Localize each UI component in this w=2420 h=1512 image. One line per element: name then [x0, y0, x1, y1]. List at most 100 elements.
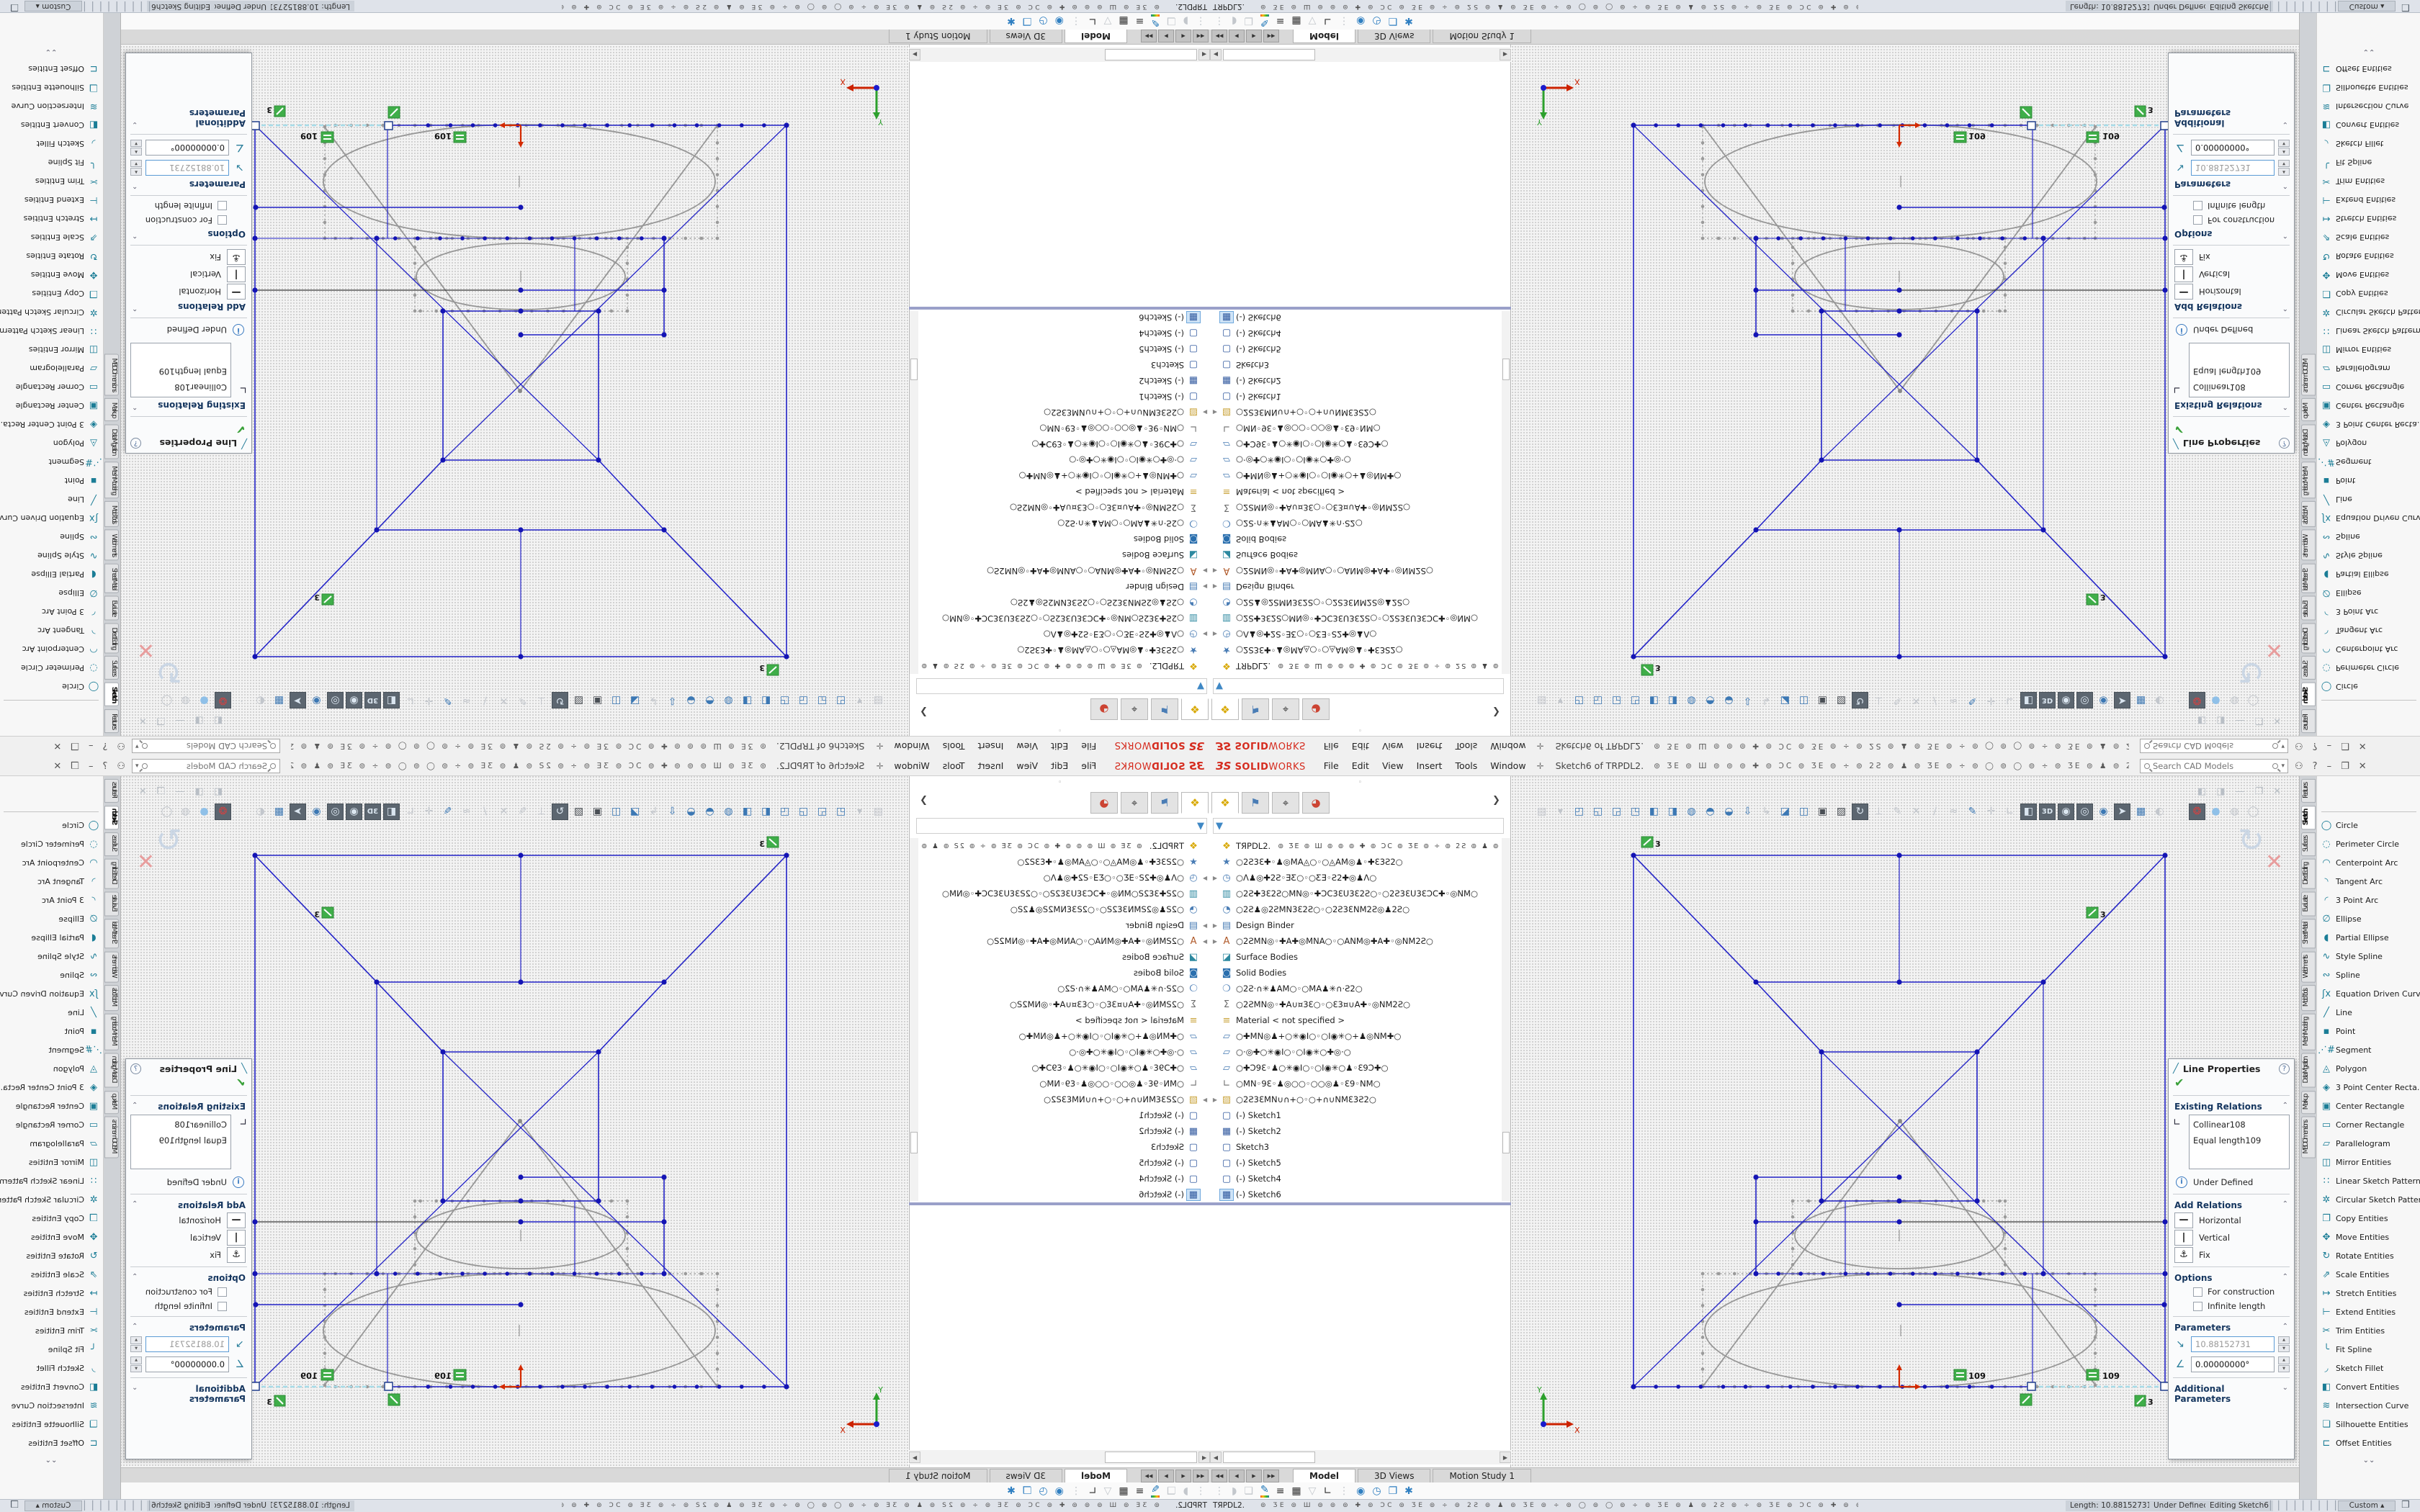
command-manager-tab[interactable]: Mesh Modeling [105, 462, 120, 498]
tab-nav-button[interactable]: ▶▶ [1141, 1470, 1157, 1482]
tab-nav-button[interactable]: ▶ [1158, 1470, 1174, 1482]
tree-item[interactable]: ∟ ○MN◦9Ɛ◦♟◎○○◦○○◎♟◦Ɛ9◦NM○ [919, 1076, 1210, 1092]
tree-item[interactable]: ❍ ○2Ƨ·∩✳♟AM○◦○MA♟✳∩·Ƨ2○ [1210, 516, 1501, 531]
sketch-tool-button[interactable]: ◞ Sketch Fillet [2317, 1359, 2420, 1377]
option-row[interactable]: Infinite length [126, 199, 251, 213]
command-manager-tab[interactable]: Mesh Modeling [105, 1014, 120, 1050]
sketch-tool-button[interactable]: ▣ Center Rectangle [2317, 1097, 2420, 1115]
collapse-icon[interactable]: ⌃ [132, 1102, 138, 1112]
command-manager-tab[interactable]: Direct Editing [105, 623, 120, 653]
menu-item[interactable]: View [1010, 757, 1044, 774]
add-relation-button[interactable]: ⚓ Fix [126, 1246, 251, 1264]
section-parameters[interactable]: Parameters⌃ [126, 1320, 251, 1334]
sketch-tool-button[interactable]: ▪ Point [0, 1022, 103, 1040]
sketch-tool-button[interactable]: ∅ Ellipse [0, 584, 103, 603]
document-tab[interactable]: Motion Study 1 [1433, 1469, 1531, 1482]
ok-check-icon[interactable]: ✔ [126, 420, 251, 436]
document-tab[interactable]: 3D Views [990, 1469, 1062, 1482]
menu-item[interactable]: Insert [1410, 757, 1449, 774]
tree-item[interactable]: ▶ A ○2ƧMN◎◦✚A✚◎MNA○◦○ANM◎✚A✚◦◎NM2Ƨ○ [919, 563, 1210, 579]
section-options[interactable]: Options⌃ [2169, 1270, 2294, 1284]
sketch-tool-button[interactable]: ✥ Move Entities [0, 266, 103, 284]
magnifier-icon[interactable] [2272, 763, 2278, 769]
document-tab[interactable]: 3D Views [1358, 30, 1430, 43]
tab-nav-button[interactable]: ▶ [1246, 1470, 1262, 1482]
tree-filter[interactable]: ▼ [1213, 678, 1504, 694]
collapse-icon[interactable]: ⌃ [2282, 1102, 2288, 1112]
sketch-tool-button[interactable]: ⊏ Offset Entities [2317, 60, 2420, 78]
shortcut-icon[interactable]: ◗ [1232, 16, 1237, 27]
shortcut-icon[interactable]: ⋮ [1071, 1485, 1081, 1497]
sketch-tool-button[interactable]: ↦ Stretch Entities [0, 1284, 103, 1302]
sketch-tool-button[interactable]: ◖ Partial Ellipse [2317, 565, 2420, 584]
section-options[interactable]: Options⌃ [126, 1270, 251, 1284]
length-spinner[interactable]: ▲▼ [2278, 160, 2290, 176]
sketch-gray-entities[interactable] [1703, 125, 2097, 391]
sketch-tool-button[interactable]: ╱ Line [2317, 490, 2420, 509]
search-caret-icon[interactable]: ▾ [135, 762, 139, 770]
custom-dropdown[interactable]: Custom ▴ [24, 1, 82, 12]
sketch-gray-entities[interactable] [323, 1121, 717, 1387]
close-button[interactable]: ✕ [53, 761, 61, 772]
command-manager-tab[interactable]: Mold Tools [105, 501, 120, 527]
pin-icon[interactable]: ✛ [876, 742, 883, 752]
add-relation-button[interactable]: | Vertical [2169, 1229, 2294, 1246]
user-icon[interactable]: ⚇ [2295, 761, 2303, 772]
tree-item[interactable]: ▢ Sketch3 [919, 357, 1210, 373]
command-manager-tab[interactable]: Surfaces [105, 656, 120, 680]
sketch-tool-button[interactable]: ▣ Center Rectangle [2317, 397, 2420, 415]
tree-item[interactable]: ▱ ○✚Ɔ9Ɛ◦♟○✳◉I○◦○I◉✳○♟◦Ɛ9Ɔ✚○ [1210, 436, 1501, 452]
pm-help-icon[interactable]: ? [130, 438, 141, 449]
expand-arrow-icon[interactable]: ▶ [1200, 568, 1210, 575]
expand-arrow-icon[interactable]: ▶ [1200, 584, 1210, 590]
length-field[interactable]: 10.88152731 [145, 1336, 229, 1352]
shortcut-icon[interactable]: ⋮ [1339, 16, 1349, 27]
shortcut-icon[interactable]: ◉ [1055, 1485, 1064, 1497]
checkbox[interactable] [218, 1287, 227, 1297]
menu-item[interactable]: File [1317, 738, 1345, 755]
help-icon[interactable]: ? [2313, 741, 2318, 752]
shortcut-icon[interactable]: ▽ [1104, 16, 1112, 27]
sketch-tool-button[interactable]: ◌ Perimeter Circle [0, 659, 103, 678]
tree-item[interactable]: ◔ ○2Ƨ♟◎2ƧMN3Ɛ2Ƨ○◦○2Ƨ3ƐNM2Ƨ◎♟2Ƨ○ [1210, 595, 1501, 611]
sketch-tool-button[interactable]: ⊏ Offset Entities [0, 1434, 103, 1452]
length-field[interactable]: 10.88152731 [2191, 1336, 2275, 1352]
expand-arrow-icon[interactable]: ▶ [1210, 410, 1220, 416]
section-parameters[interactable]: Parameters⌃ [126, 178, 251, 192]
sketch-tool-button[interactable]: ≋ Intersection Curve [2317, 97, 2420, 116]
tag-icon[interactable]: ❒ [2401, 1, 2410, 12]
sketch-tool-button[interactable]: ╱ Line [2317, 1003, 2420, 1022]
relation-entry[interactable]: Collinear108 [2193, 1117, 2285, 1133]
tree-tab[interactable]: ⚑ [1242, 698, 1269, 720]
tree-item[interactable]: Σ ○2ƧMN◎◦✚A∪¤3Ɛ○◦○Ɛ3¤∪A✚◦◎NM2Ƨ○ [919, 500, 1210, 516]
sketch-tool-button[interactable]: ◌ Perimeter Circle [0, 834, 103, 853]
checkbox[interactable] [218, 1302, 227, 1311]
document-tab[interactable]: Motion Study 1 [889, 30, 987, 43]
scroll-thumb[interactable] [1223, 49, 1315, 60]
collapse-icon[interactable]: ⌃ [2282, 179, 2288, 189]
pin-icon[interactable]: ✛ [1537, 761, 1544, 771]
close-button[interactable]: ✕ [53, 741, 61, 752]
sketch-tool-button[interactable]: ◫ Mirror Entities [2317, 1153, 2420, 1171]
tree-filter[interactable]: ▼ [916, 818, 1207, 834]
tree-tab[interactable]: ◕ [1090, 792, 1118, 814]
command-manager-tab[interactable]: Sheet Metal [2301, 563, 2316, 593]
option-row[interactable]: For construction [2169, 1284, 2294, 1299]
tree-item[interactable]: ▶ ▤ Design Binder [919, 579, 1210, 595]
checkbox[interactable] [2193, 216, 2202, 225]
tree-tab[interactable]: ⌖ [1272, 792, 1299, 814]
tree-root[interactable]: ❖ TЯPDL2. ⊚ ƷE ⊚ Ш ⊚ ⊚ ⊚ ✚ ⊚ ƆC ⊚ ƷE ⊚ ÷… [1210, 838, 1501, 854]
sketch-tool-button[interactable]: ◖ Partial Ellipse [0, 565, 103, 584]
tree-item[interactable]: ▦ (-) Sketch6 [1210, 310, 1501, 325]
command-manager-tab[interactable]: MBD Dimensions [2301, 1117, 2316, 1158]
search-input[interactable] [151, 761, 267, 771]
shortcut-icon[interactable]: ✎ [1260, 14, 1269, 28]
tab-nav-button[interactable]: ◀◀ [1211, 1470, 1227, 1482]
scroll-thumb[interactable] [1223, 1452, 1315, 1463]
tag-icon[interactable]: ❒ [10, 1500, 19, 1511]
relations-list[interactable]: Collinear108Equal length109 [130, 1115, 231, 1169]
tree-item[interactable]: ▶ ▨ ○2Ƨ3ƐMN∪∩+○◦○+∩∪NMƐ3Ƨ2○ [919, 1092, 1210, 1107]
scroll-thumb[interactable] [1105, 1452, 1197, 1463]
quick-access-toolbar[interactable]: ⊚ ƷE ⊚ Ш ⊚ ⊚ ⊚ ✚ ⊚ ƆC ⊚ ƷE ⊚ ÷ ⊚ 2Ƨ ⊚ ♟ … [1654, 742, 2129, 751]
sketch-tool-button[interactable]: ∿ Style Spline [0, 947, 103, 966]
